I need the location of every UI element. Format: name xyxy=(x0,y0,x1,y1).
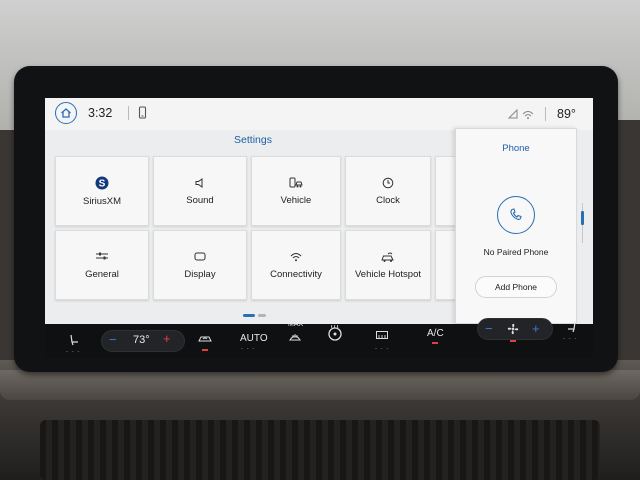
tile-label: Vehicle Hotspot xyxy=(354,268,421,280)
ac-indicator xyxy=(432,342,438,344)
tile-label: Connectivity xyxy=(270,268,322,280)
siriusxm-icon: S xyxy=(95,176,109,189)
hotspot-car-icon xyxy=(381,252,394,262)
tile-label: General xyxy=(85,268,119,280)
scrollbar-thumb[interactable] xyxy=(581,211,584,225)
seat-level-dashes: - - - xyxy=(563,336,578,342)
dashboard-lip xyxy=(0,370,640,400)
phone-handset-icon xyxy=(510,208,522,220)
page-dot-active xyxy=(243,314,255,318)
phone-status-icon[interactable] xyxy=(138,106,148,120)
outside-temperature: 89° xyxy=(557,107,576,121)
add-phone-button[interactable]: Add Phone xyxy=(475,276,557,298)
tile-label: Vehicle xyxy=(280,194,312,206)
tile-display[interactable]: Display xyxy=(153,230,247,300)
sliders-icon xyxy=(96,252,108,259)
signal-wifi-icon xyxy=(507,108,534,119)
tile-clock[interactable]: Clock xyxy=(345,156,431,226)
phone-panel: Phone No Paired Phone Add Phone xyxy=(455,128,577,324)
divider xyxy=(545,107,546,121)
tile-siriusxm[interactable]: S SiriusXM xyxy=(55,156,149,226)
no-paired-phone-text: No Paired Phone xyxy=(483,247,549,257)
fan-indicator xyxy=(510,340,516,342)
page-dot xyxy=(258,314,266,318)
seat-level-dashes: - - - xyxy=(66,349,81,355)
fan-plus-button[interactable]: + xyxy=(532,321,540,336)
auto-level-dashes: - - - xyxy=(241,346,256,352)
driver-temp-plus-button[interactable]: + xyxy=(163,331,171,346)
rear-defrost-dashes: - - - xyxy=(375,346,390,352)
tile-sound[interactable]: Sound xyxy=(153,156,247,226)
rear-defrost-icon[interactable] xyxy=(375,330,389,342)
auto-climate-button[interactable]: AUTO xyxy=(240,333,268,344)
tile-label: Clock xyxy=(376,194,400,206)
clock-icon xyxy=(382,177,394,188)
divider xyxy=(128,106,129,120)
infotainment-screen: 3:32 89° Settings S SiriusXM Sound Vehic… xyxy=(45,98,593,324)
speaker-icon xyxy=(195,177,203,188)
clock-time: 3:32 xyxy=(88,106,113,120)
steering-wheel-heat-icon[interactable] xyxy=(326,325,344,343)
tile-vehicle[interactable]: Vehicle xyxy=(251,156,341,226)
tile-label: SiriusXM xyxy=(82,195,121,207)
svg-text:S: S xyxy=(99,178,106,189)
page-title: Settings xyxy=(234,134,272,146)
max-defrost-label: MAX xyxy=(288,321,304,328)
scrollbar[interactable] xyxy=(581,203,584,243)
tile-label: Sound xyxy=(186,194,214,206)
climate-bar: - - - − 73° + AUTO - - - MAX - - - A/C −… xyxy=(45,318,593,358)
recirculation-icon[interactable] xyxy=(197,334,213,344)
home-button[interactable] xyxy=(55,102,77,124)
wifi-icon xyxy=(290,252,302,261)
tile-general[interactable]: General xyxy=(55,230,149,300)
heated-seat-right-icon[interactable] xyxy=(565,320,579,334)
ac-button[interactable]: A/C xyxy=(427,328,444,339)
max-defrost-icon[interactable] xyxy=(288,331,302,343)
tile-label: Display xyxy=(184,268,216,280)
phone-panel-title: Phone xyxy=(502,143,530,154)
call-button[interactable] xyxy=(497,196,535,234)
driver-temp-minus-button[interactable]: − xyxy=(109,332,117,347)
heated-seat-left-icon[interactable] xyxy=(67,333,81,347)
right-trim xyxy=(616,120,640,380)
home-icon xyxy=(61,108,71,118)
vehicle-icon xyxy=(289,177,303,187)
page-indicator xyxy=(243,307,269,324)
fan-icon xyxy=(507,323,519,335)
recirc-indicator xyxy=(202,349,208,351)
tile-connectivity[interactable]: Connectivity xyxy=(251,230,341,300)
tile-vehicle-hotspot[interactable]: Vehicle Hotspot xyxy=(345,230,431,300)
fan-minus-button[interactable]: − xyxy=(485,321,493,336)
status-bar: 3:32 89° xyxy=(45,98,593,130)
display-icon xyxy=(194,252,206,260)
air-vent xyxy=(40,420,600,480)
driver-temp-value: 73° xyxy=(133,334,150,346)
